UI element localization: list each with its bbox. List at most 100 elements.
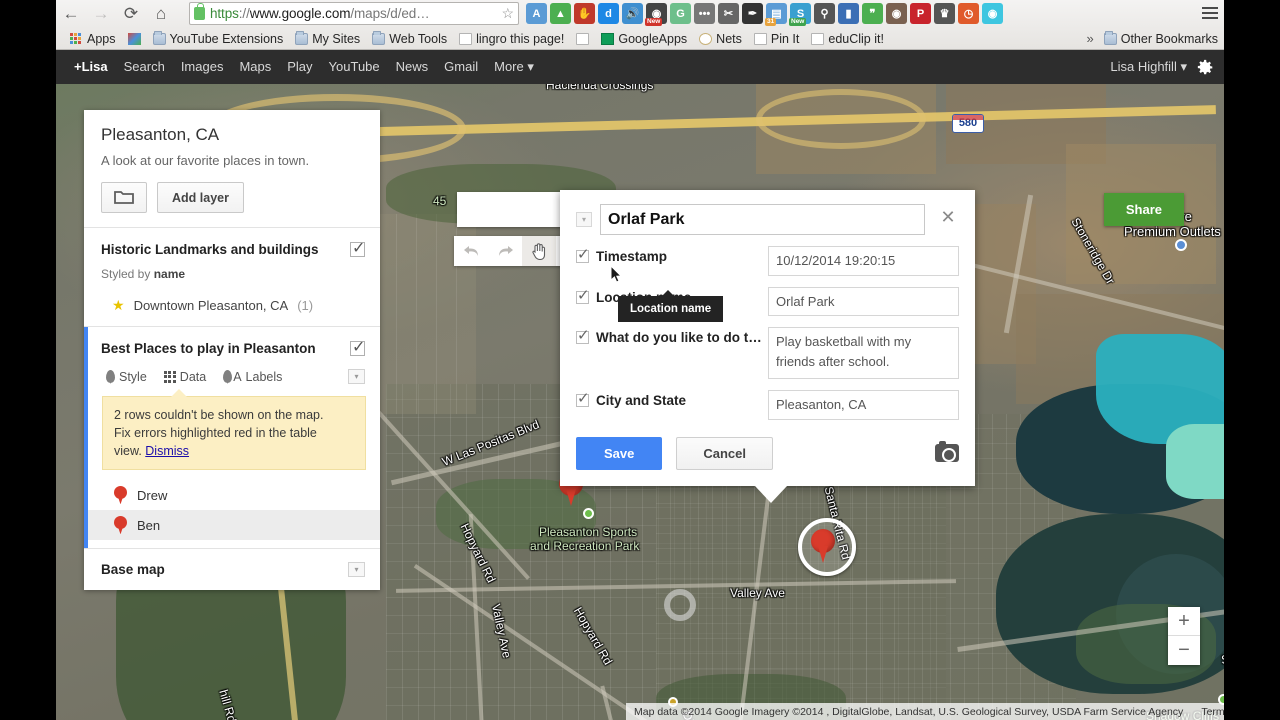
pinterest-extension[interactable]: P — [910, 3, 931, 24]
map-pin-ben[interactable] — [798, 518, 856, 576]
dismiss-link[interactable]: Dismiss — [145, 444, 189, 458]
map-layers-panel[interactable]: Pleasanton, CA A look at our favorite pl… — [84, 110, 380, 591]
city-state-value[interactable]: Pleasanton, CA — [768, 390, 959, 420]
bookmark-lingro-this-page[interactable]: lingro this page! — [453, 30, 570, 48]
zoom-in-button[interactable]: + — [1168, 607, 1200, 636]
base-map-caret[interactable]: ▾ — [348, 562, 365, 578]
timestamp-checkbox[interactable] — [576, 245, 590, 263]
bookmark-apps[interactable]: Apps — [64, 30, 122, 48]
camera-icon[interactable] — [935, 441, 959, 462]
layer-historic-landmarks[interactable]: Historic Landmarks and buildings Styled … — [84, 228, 380, 326]
instagram-extension[interactable]: ◉ — [886, 3, 907, 24]
address-bar[interactable]: https://www.google.com/maps/d/ed… ☆ — [189, 2, 519, 25]
bookmark-nets[interactable]: Nets — [693, 30, 748, 48]
gnav-item-gmail[interactable]: Gmail — [436, 59, 486, 75]
gnav-item-images[interactable]: Images — [173, 59, 232, 75]
gnav-item-more[interactable]: More ▾ — [486, 59, 542, 75]
tab-labels[interactable]: A Labels — [223, 370, 282, 384]
layer-header[interactable]: Historic Landmarks and buildings — [84, 228, 380, 267]
forward-button[interactable]: → — [86, 1, 116, 27]
location-name-value[interactable]: Orlaf Park — [768, 286, 959, 316]
save-button[interactable]: Save — [576, 436, 663, 470]
pen-extension[interactable]: ✒ — [742, 3, 763, 24]
gnav-item-play[interactable]: Play — [279, 59, 320, 75]
bookmark-my-sites[interactable]: My Sites — [289, 30, 366, 48]
layer-visibility-checkbox[interactable] — [350, 238, 365, 258]
location-name-checkbox[interactable] — [576, 286, 590, 304]
layer-best-places[interactable]: Best Places to play in Pleasanton Style … — [84, 327, 380, 549]
clock-extension[interactable]: ◷ — [958, 3, 979, 24]
feature-info-window[interactable]: ▾ ✕ Timestamp 10/12/2014 19:20:15 Locati… — [560, 190, 975, 502]
layer-visibility-checkbox-2[interactable] — [350, 337, 365, 357]
zoom-out-button[interactable]: − — [1168, 636, 1200, 665]
user-name[interactable]: Lisa Highfill ▾ — [1110, 59, 1187, 75]
google-nav-right[interactable]: Lisa Highfill ▾ — [1110, 59, 1214, 76]
share-button[interactable]: Share — [1103, 193, 1184, 226]
bookmark-other-bookmarks[interactable]: Other Bookmarks — [1098, 30, 1224, 48]
calendar-extension[interactable]: ▤ 31 — [765, 3, 787, 26]
list-item-ben[interactable]: Ben — [84, 510, 380, 541]
google-nav-items[interactable]: +Lisa Search Images Maps Play YouTube News Gmai… — [66, 59, 542, 75]
feature-title-input[interactable] — [600, 204, 925, 235]
hamburger-menu-icon[interactable] — [1202, 4, 1218, 20]
tab-data[interactable]: Data — [163, 370, 206, 384]
bookmark-youtube-extensions[interactable]: YouTube Extensions — [147, 30, 290, 48]
gnav-item-lisa[interactable]: +Lisa — [66, 59, 116, 75]
info-row-label-wrap[interactable]: Timestamp — [576, 245, 768, 264]
bookmark-pin-it[interactable]: Pin It — [748, 30, 806, 48]
browser-chrome[interactable]: ← → ⟳ ⌂ https://www.google.com/maps/d/ed… — [56, 0, 1224, 50]
city-state-checkbox[interactable] — [576, 389, 590, 407]
zoom-controls[interactable]: + − — [1168, 607, 1200, 665]
base-map-row[interactable]: Base map ▾ — [84, 549, 380, 590]
home-button[interactable]: ⌂ — [146, 1, 176, 27]
new-badge-extension[interactable]: ◉ New — [645, 3, 667, 26]
bookmark-item[interactable] — [570, 31, 595, 47]
gnav-item-maps[interactable]: Maps — [231, 59, 279, 75]
bookmark-web-tools[interactable]: Web Tools — [366, 30, 453, 48]
layer-tabs[interactable]: Style Data A Labels ▾ — [84, 366, 380, 392]
bookmark-educlip-it[interactable]: eduClip it! — [805, 30, 890, 48]
close-icon[interactable]: ✕ — [937, 204, 959, 230]
diigo-extension[interactable]: d — [598, 3, 619, 24]
info-row-label-wrap[interactable]: City and State — [576, 389, 768, 408]
hangouts-extension[interactable]: ❞ — [862, 3, 883, 24]
cancel-button[interactable]: Cancel — [676, 436, 774, 470]
pan-tool[interactable] — [522, 236, 556, 266]
analytics-extension[interactable]: ▮ — [838, 3, 859, 24]
layer-header-2[interactable]: Best Places to play in Pleasanton — [84, 327, 380, 366]
translate-extension[interactable]: A — [526, 3, 547, 24]
crown-extension[interactable]: ♛ — [934, 3, 955, 24]
gnav-item-search[interactable]: Search — [116, 59, 173, 75]
tab-style[interactable]: Style — [106, 370, 147, 384]
what-you-like-value[interactable]: Play basketball with my friends after sc… — [768, 327, 959, 379]
info-window-caret[interactable]: ▾ — [576, 212, 592, 227]
reload-button[interactable]: ⟳ — [116, 1, 146, 27]
gnav-item-news[interactable]: News — [388, 59, 437, 75]
redo-tool[interactable] — [488, 236, 522, 266]
bookmark-item[interactable] — [122, 31, 147, 47]
list-item-drew[interactable]: Drew — [84, 480, 380, 510]
gnav-item-youtube[interactable]: YouTube — [321, 59, 388, 75]
speaker-extension[interactable]: 🔊 — [622, 3, 643, 24]
back-button[interactable]: ← — [56, 1, 86, 27]
more-extension[interactable]: ••• — [694, 3, 715, 24]
adblock-extension[interactable]: ✋ — [574, 3, 595, 24]
undo-tool[interactable] — [454, 236, 488, 266]
camera-extension[interactable]: ◉ — [982, 3, 1003, 24]
what-you-like-checkbox[interactable] — [576, 326, 590, 344]
bookmark-googleapps[interactable]: GoogleApps — [595, 30, 693, 48]
open-folder-button[interactable] — [101, 182, 147, 213]
bookmarks-bar[interactable]: Apps YouTube Extensions My Sites Web Tools l… — [56, 27, 1224, 50]
info-row-label-wrap[interactable]: What do you like to do t… — [576, 326, 768, 345]
extension-toolbar[interactable]: A ▲ ✋ d 🔊 ◉ New G ••• ✂ ✒ ▤ 31 S New ⚲ ▮ ❞ ◉ P ♛ ◷ ◉ — [526, 1, 1003, 26]
terms-link[interactable]: Terms — [1201, 706, 1224, 718]
symbaloo-extension[interactable]: S New — [789, 3, 811, 26]
layer-feature-item[interactable]: ★ Downtown Pleasanton, CA (1) — [84, 292, 380, 326]
scissors-extension[interactable]: ✂ — [718, 3, 739, 24]
layer-options-caret[interactable]: ▾ — [348, 369, 365, 384]
timestamp-value[interactable]: 10/12/2014 19:20:15 — [768, 246, 959, 276]
google-drive-extension[interactable]: ▲ — [550, 3, 571, 24]
grammarly-extension[interactable]: G — [670, 3, 691, 24]
add-layer-button[interactable]: Add layer — [157, 182, 244, 213]
lamp-extension[interactable]: ⚲ — [814, 3, 835, 24]
